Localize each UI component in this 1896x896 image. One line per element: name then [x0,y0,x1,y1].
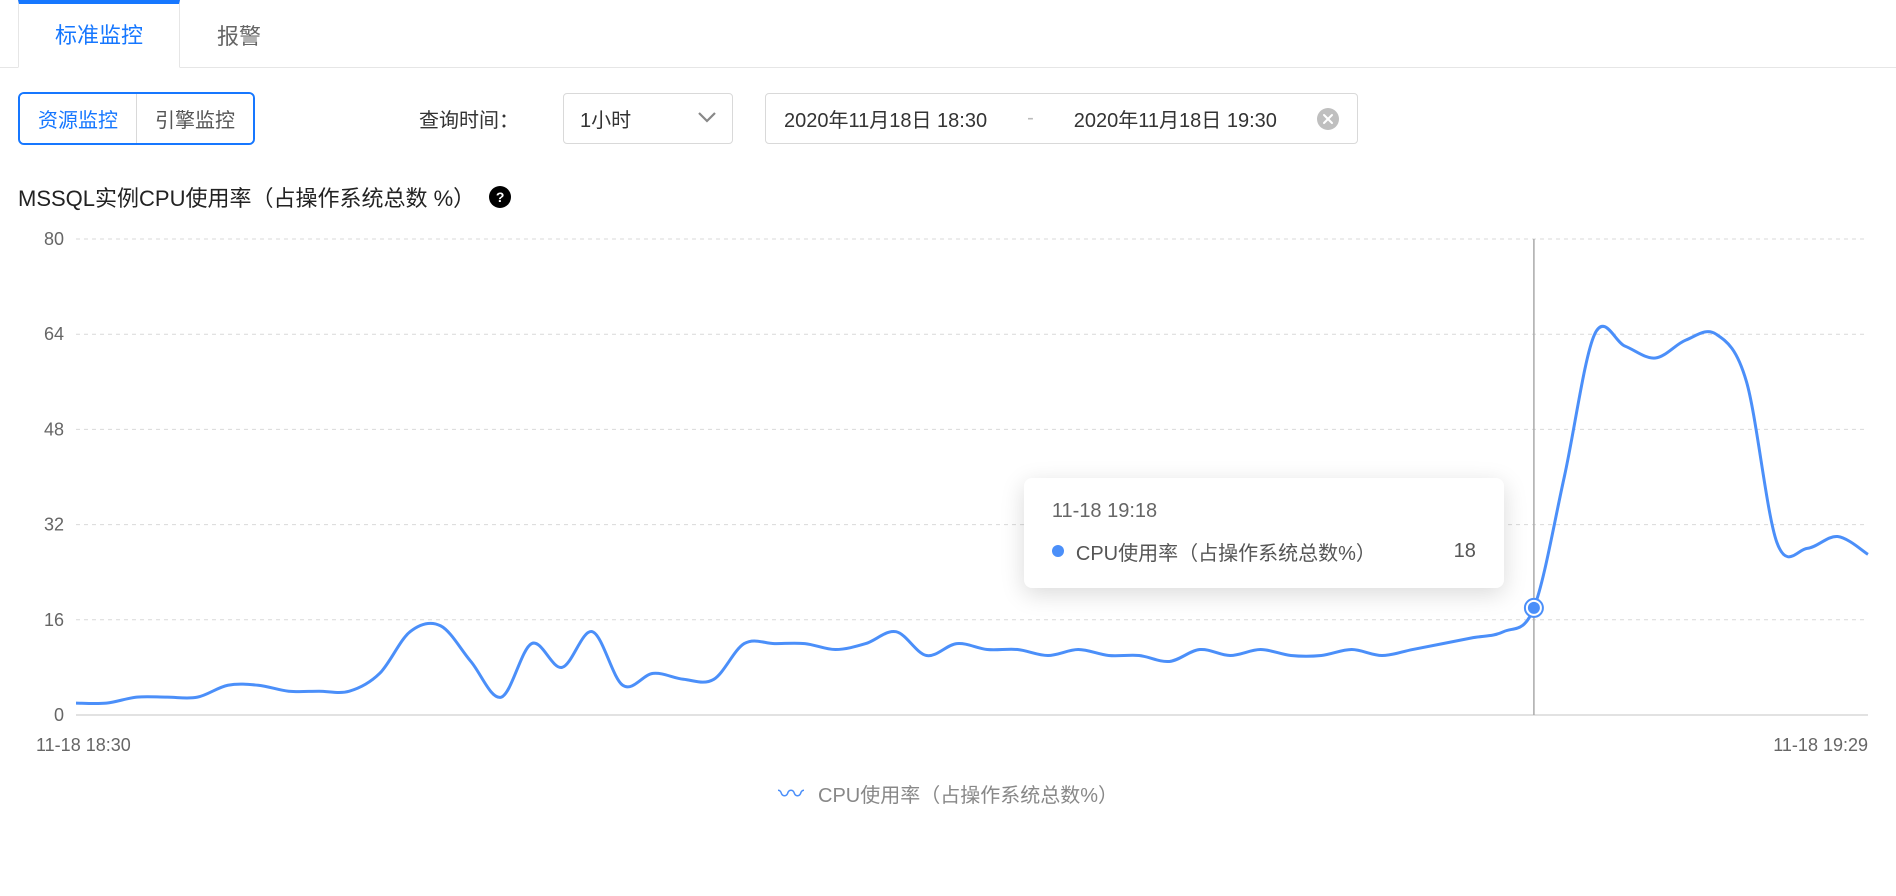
query-time-label: 查询时间： [419,104,519,133]
date-to: 2020年11月18日 19:30 [1074,104,1277,133]
date-from: 2020年11月18日 18:30 [784,104,987,133]
tooltip-series-label: CPU使用率（占操作系统总数%） [1076,537,1442,566]
tab-engine-monitor[interactable]: 引擎监控 [136,94,253,143]
svg-text:64: 64 [44,324,64,344]
chart-legend: 〰 CPU使用率（占操作系统总数%） [18,765,1878,808]
date-range-separator: - [1027,107,1034,130]
legend-label: CPU使用率（占操作系统总数%） [818,779,1118,808]
time-range-value: 1小时 [580,104,631,133]
chevron-down-icon [698,107,716,130]
tab-alert[interactable]: 报警 [180,0,298,67]
chart-tooltip: 11-18 19:18 CPU使用率（占操作系统总数%） 18 [1024,478,1504,588]
tab-standard-monitor[interactable]: 标准监控 [18,0,180,68]
primary-tabs: 标准监控 报警 [0,0,1896,68]
secondary-tabs: 资源监控 引擎监控 [18,92,255,145]
svg-text:32: 32 [44,515,64,535]
help-icon[interactable]: ? [489,186,511,208]
svg-text:11-18 19:29: 11-18 19:29 [1773,735,1868,755]
clear-date-icon[interactable] [1317,108,1339,130]
tooltip-value: 18 [1454,540,1476,563]
series-dot-icon [1052,545,1064,557]
time-range-select[interactable]: 1小时 [563,93,733,144]
svg-text:0: 0 [54,705,64,725]
legend-line-icon: 〰 [778,781,804,807]
date-range-picker[interactable]: 2020年11月18日 18:30 - 2020年11月18日 19:30 [765,93,1358,144]
tooltip-time: 11-18 19:18 [1052,500,1476,523]
svg-text:80: 80 [44,229,64,249]
svg-text:16: 16 [44,610,64,630]
cpu-usage-chart[interactable]: 0 16 32 48 64 80 11-18 18:30 11-18 19:29 11-18 … [18,225,1878,765]
svg-text:48: 48 [44,419,64,439]
tab-resource-monitor[interactable]: 资源监控 [20,94,136,143]
svg-text:11-18 18:30: 11-18 18:30 [36,735,131,755]
chart-title: MSSQL实例CPU使用率（占操作系统总数 %） [18,181,475,213]
control-row: 资源监控 引擎监控 查询时间： 1小时 2020年11月18日 18:30 - … [0,68,1896,157]
